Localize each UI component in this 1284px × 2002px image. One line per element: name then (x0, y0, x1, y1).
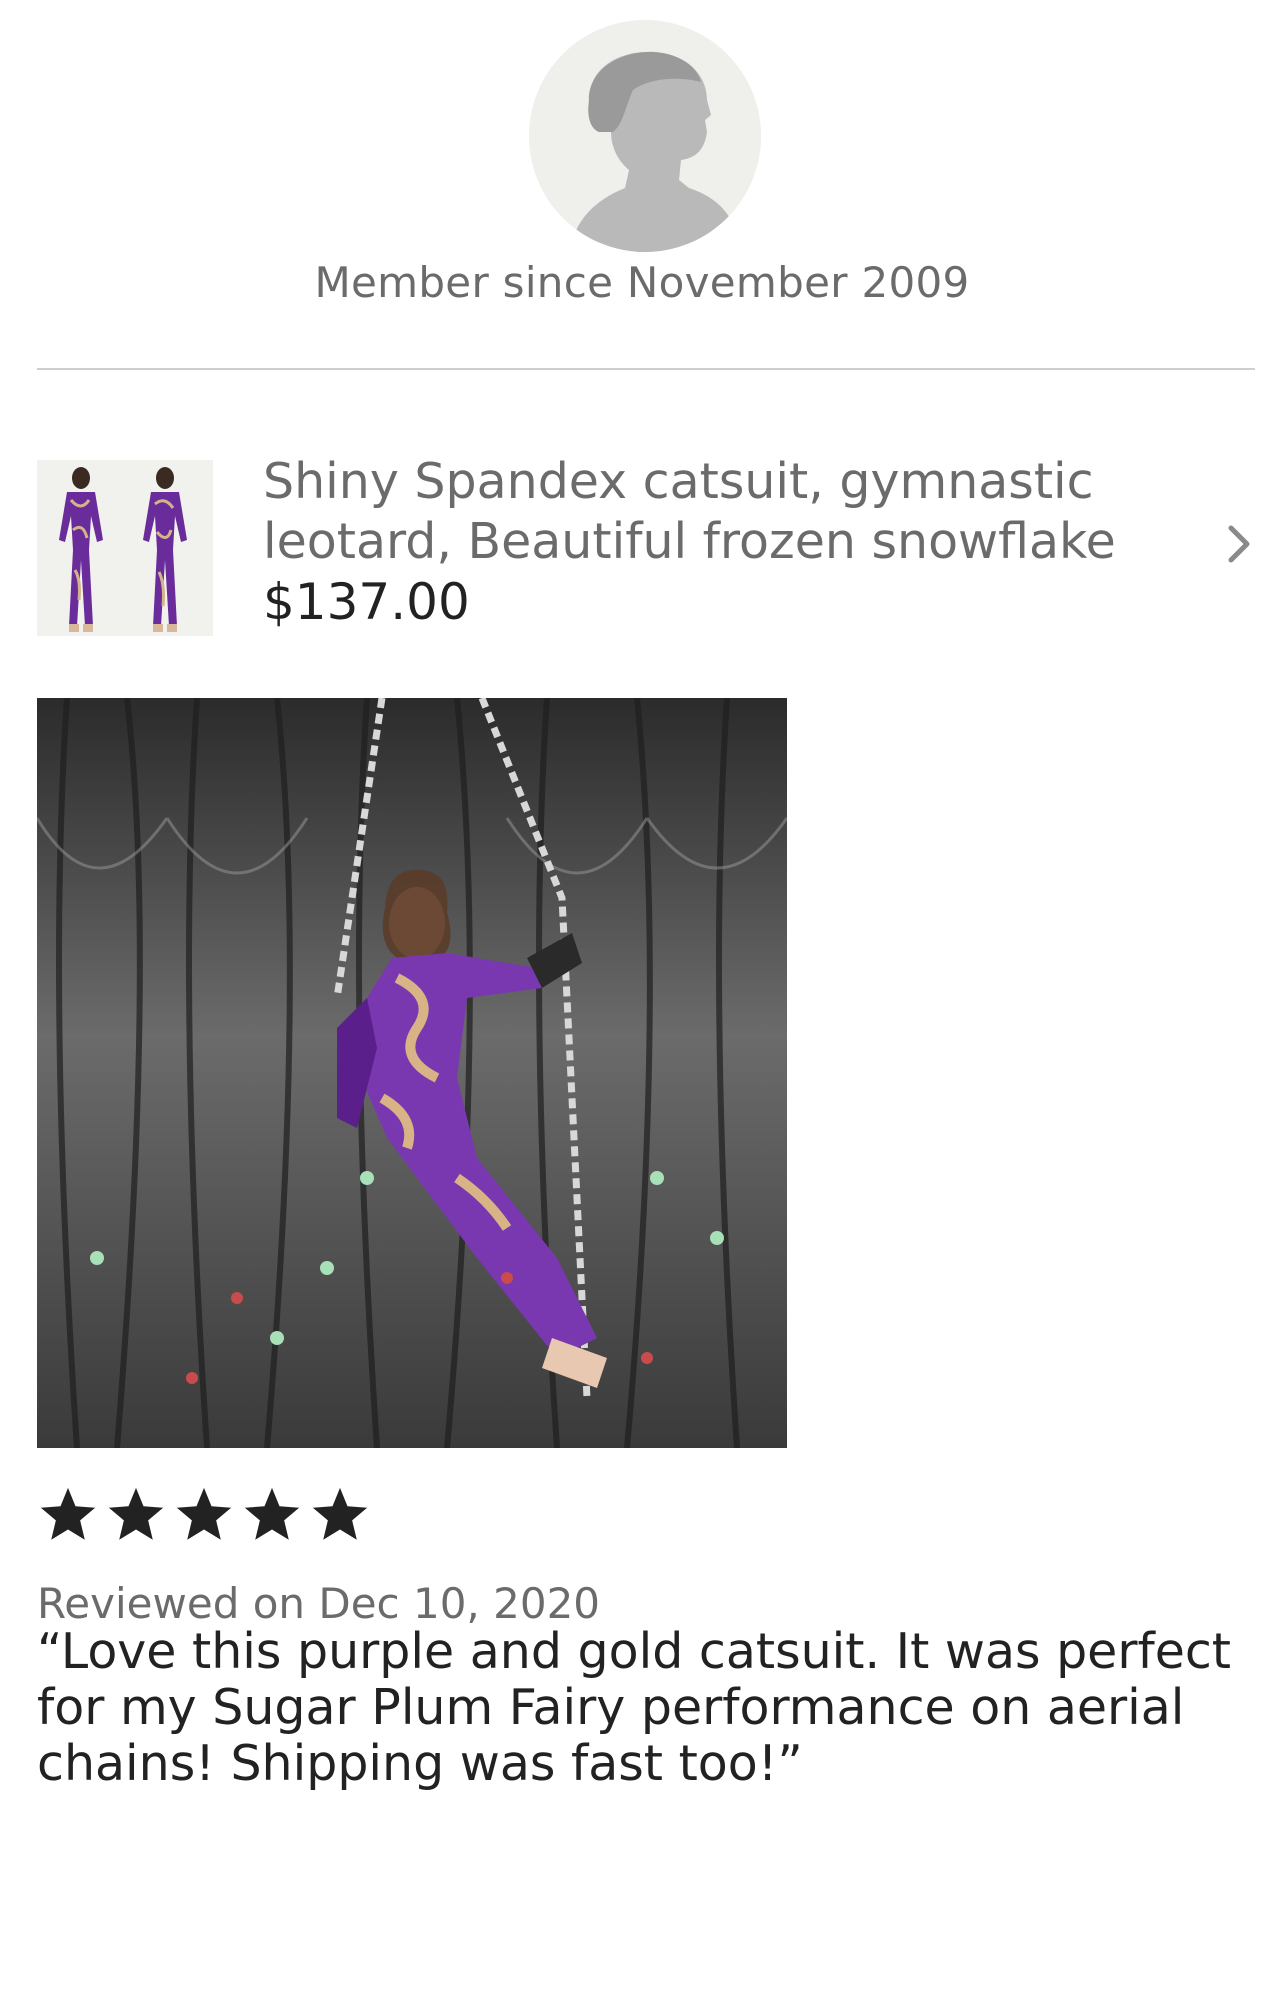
review-photo-image (37, 698, 787, 1448)
star-icon (37, 1484, 99, 1546)
star-icon (173, 1484, 235, 1546)
chevron-right-icon[interactable] (1223, 522, 1255, 566)
review-text: “Love this purple and gold catsuit. It w… (37, 1623, 1232, 1792)
listing-thumbnail[interactable] (37, 460, 213, 636)
star-icon (241, 1484, 303, 1546)
star-rating (37, 1484, 371, 1546)
person-silhouette-icon (529, 20, 761, 252)
divider (37, 368, 1255, 370)
star-icon (309, 1484, 371, 1546)
product-thumbnail-image (37, 460, 213, 636)
avatar[interactable] (529, 20, 761, 252)
member-since: Member since November 2009 (314, 258, 970, 307)
review-photo[interactable] (37, 698, 787, 1448)
listing-price: $137.00 (263, 573, 470, 631)
star-icon (105, 1484, 167, 1546)
listing-row[interactable]: Shiny Spandex catsuit, gymnastic leotard… (37, 452, 1255, 637)
listing-title[interactable]: Shiny Spandex catsuit, gymnastic leotard… (263, 452, 1143, 572)
